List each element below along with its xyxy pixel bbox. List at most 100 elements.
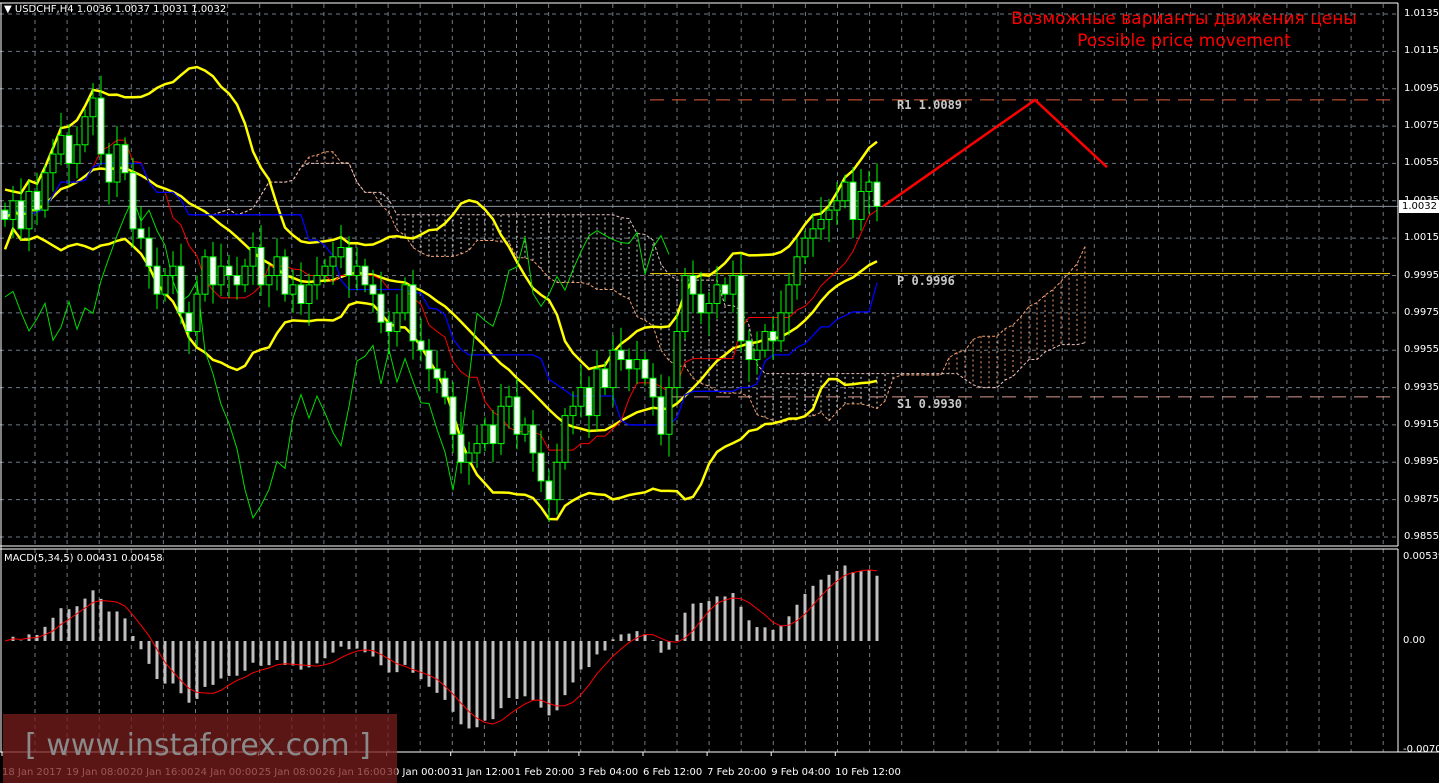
macd-histogram-bar: [747, 620, 751, 641]
ohlc-values: 1.0036 1.0037 1.0031 1.0032: [76, 4, 227, 15]
candle-bear: [65, 134, 73, 164]
candle-bear: [625, 359, 633, 370]
macd-histogram-bar: [579, 641, 583, 670]
macd-histogram-bar: [403, 641, 407, 665]
candle-bull: [713, 284, 721, 305]
macd-histogram-bar: [627, 633, 631, 641]
candle-bull: [729, 275, 737, 295]
candle-bull: [241, 265, 249, 286]
macd-histogram-bar: [707, 601, 711, 641]
watermark-text: [ www.instaforex.com ]: [25, 728, 371, 763]
candle-bear: [209, 256, 217, 286]
indicator-lines: [3, 65, 878, 521]
macd-histogram-bar: [491, 641, 495, 720]
candle-bear: [177, 265, 185, 314]
macd-histogram-bar: [75, 606, 79, 641]
candle-bear: [409, 284, 417, 342]
macd-histogram-bar: [659, 641, 663, 653]
macd-histogram-bar: [875, 575, 879, 641]
candle-bull: [305, 284, 313, 305]
chart-title: ▼ USDCHF,H4 1.0036 1.0037 1.0031 1.0032: [4, 4, 226, 15]
candle-bear: [529, 424, 537, 454]
candle-bear: [385, 321, 393, 333]
candle-bear: [873, 181, 881, 207]
candle-bull: [825, 209, 833, 220]
macd-histogram-bar: [171, 641, 175, 684]
macd-histogram-bar: [755, 627, 759, 641]
candle-bull: [73, 144, 81, 164]
macd-histogram-bar: [291, 641, 295, 666]
macd-histogram-bar: [539, 641, 543, 708]
macd-histogram-bar: [123, 618, 127, 641]
macd-axis-max: 0.00539: [1403, 551, 1439, 562]
price-tick-label: 1.0095: [1404, 82, 1439, 94]
macd-histogram-bar: [219, 641, 223, 679]
candle-bear: [617, 349, 625, 361]
macd-histogram-bar: [483, 641, 487, 721]
candle-bull: [201, 256, 209, 295]
chikou-span: [4, 196, 670, 520]
macd-histogram-bar: [795, 604, 799, 641]
candle-bull: [313, 275, 321, 286]
candle-bull: [89, 97, 97, 118]
macd-histogram-bar: [827, 574, 831, 641]
macd-histogram-bar: [371, 641, 375, 657]
level-p-label: P 0.9996: [897, 274, 955, 288]
candle-bear: [185, 312, 193, 333]
macd-axis-zero: 0.00: [1403, 635, 1426, 646]
price-chart[interactable]: [0, 0, 1439, 783]
candle-bear: [281, 256, 289, 295]
candle-bull: [809, 228, 817, 239]
time-tick-label: 9 Feb 04:00: [771, 767, 831, 778]
candle-bull: [497, 405, 505, 445]
macd-histogram-bar: [595, 641, 599, 655]
candle-bull: [321, 265, 329, 276]
annotation-line-en: Possible price movement: [1077, 31, 1291, 51]
candle-bear: [537, 452, 545, 482]
macd-histogram-bar: [395, 641, 399, 673]
price-tick-label: 0.9955: [1404, 344, 1439, 356]
macd-label: MACD(5,34,5) 0.00431 0.00458: [4, 553, 163, 564]
time-tick-label: 3 Feb 04:00: [578, 767, 639, 778]
candle-bull: [785, 284, 793, 314]
candle-bear: [137, 228, 145, 239]
candle-bear: [97, 97, 105, 155]
forecast-annotation: Возможные варианты движения цены Possibl…: [974, 8, 1394, 52]
candle-bear: [489, 424, 497, 445]
macd-histogram-bar: [739, 606, 743, 641]
price-tick-label: 0.9995: [1404, 269, 1439, 281]
candle-bear: [641, 359, 649, 379]
macd-histogram-bar: [555, 641, 559, 711]
macd-histogram-bar: [411, 641, 415, 673]
macd-histogram-bar: [731, 593, 735, 641]
candle-bear: [649, 377, 657, 398]
price-tick-label: 1.0115: [1404, 45, 1439, 57]
candle-bull: [553, 461, 561, 501]
macd-histogram-bar: [387, 641, 391, 673]
candle-bear: [425, 349, 433, 370]
candle-bull: [665, 387, 673, 435]
candle-bull: [289, 284, 297, 295]
macd-histogram-bar: [147, 641, 151, 664]
candle-bull: [401, 284, 409, 314]
price-tick-label: 0.9975: [1404, 306, 1439, 318]
macd-histogram-bar: [107, 611, 111, 641]
macd-histogram-bar: [667, 641, 671, 650]
candle-bull: [113, 144, 121, 183]
candle-bear: [441, 377, 449, 398]
candle-bull: [81, 116, 89, 146]
candle-bull: [353, 265, 361, 276]
candle-bull: [273, 256, 281, 277]
dropdown-triangle-icon[interactable]: ▼: [4, 4, 12, 15]
candle-bull: [337, 246, 345, 258]
macd-histogram-bar: [723, 596, 727, 641]
candle-bull: [481, 424, 489, 445]
time-tick-label: 7 Feb 20:00: [707, 767, 767, 778]
candle-bear: [361, 265, 369, 286]
candle-bull: [681, 275, 689, 333]
macd-histogram-bar: [323, 641, 327, 659]
macd-histogram-bar: [619, 634, 623, 641]
candle-bear: [433, 368, 441, 379]
macd-histogram-bar: [571, 641, 575, 683]
candle-bull: [49, 153, 57, 174]
